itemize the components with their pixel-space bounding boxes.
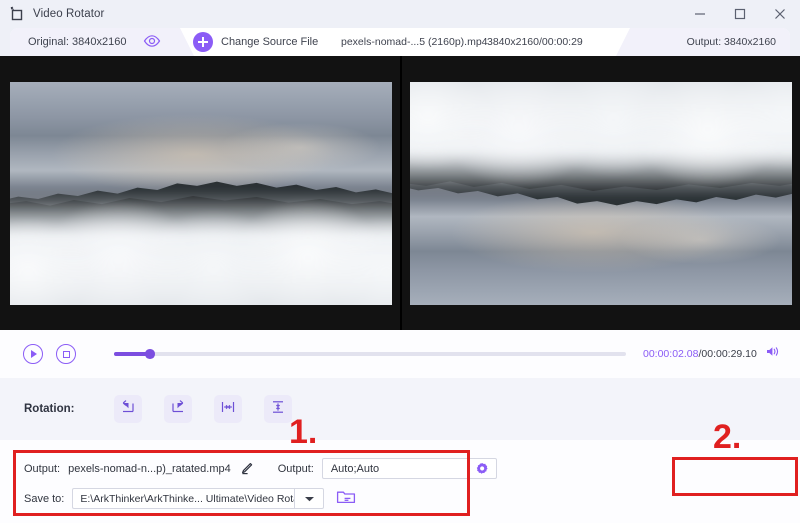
fog-layer xyxy=(410,78,792,199)
original-video-preview[interactable] xyxy=(0,56,400,330)
rotate-right-button[interactable] xyxy=(164,395,193,423)
rotation-button-group xyxy=(114,395,293,423)
output-format-input[interactable]: Auto;Auto xyxy=(321,458,497,480)
output-filename-value: pexels-nomad-n...p)_ratated.mp4 xyxy=(68,462,231,475)
letterbox-top xyxy=(10,78,392,82)
time-display: 00:00:02.08/00:00:29.10 xyxy=(643,348,757,360)
video-rotator-window: Video Rotator Original: 3840x2160 Change… xyxy=(0,0,800,523)
chevron-down-icon xyxy=(304,490,315,508)
play-button[interactable] xyxy=(23,344,43,364)
change-source-file-button[interactable]: Change Source File xyxy=(193,32,318,52)
fog-layer xyxy=(10,188,392,309)
progress-slider[interactable] xyxy=(114,347,626,361)
browse-folder-button[interactable] xyxy=(335,489,357,508)
eye-icon[interactable] xyxy=(143,34,161,50)
minimize-button[interactable] xyxy=(680,0,720,28)
flip-vertical-icon xyxy=(270,399,286,420)
output-format-value: Auto;Auto xyxy=(330,462,380,475)
change-source-file-label: Change Source File xyxy=(221,36,319,48)
flip-horizontal-button[interactable] xyxy=(214,395,243,423)
progress-track xyxy=(114,352,626,356)
video-rotator-app-icon xyxy=(9,6,25,22)
flip-horizontal-icon xyxy=(220,399,236,420)
output-settings-panel: Output: pexels-nomad-n...p)_ratated.mp4 … xyxy=(0,440,800,523)
rotation-label: Rotation: xyxy=(24,403,75,415)
rotate-left-button[interactable] xyxy=(114,395,143,423)
preview-stage xyxy=(0,56,800,330)
progress-knob[interactable] xyxy=(145,349,155,359)
output-format-label: Output: xyxy=(277,462,314,475)
stop-icon xyxy=(62,350,70,358)
rotate-left-icon xyxy=(120,399,136,420)
save-to-path-value: E:\ArkThinker\ArkThinke... Ultimate\Vide… xyxy=(80,492,295,505)
gear-icon[interactable] xyxy=(475,462,490,480)
maximize-button[interactable] xyxy=(720,0,760,28)
letterbox-bottom xyxy=(410,78,792,82)
original-video-frame xyxy=(10,78,392,309)
window-controls xyxy=(680,0,800,28)
output-video-frame xyxy=(410,78,792,309)
flip-vertical-button[interactable] xyxy=(264,395,293,423)
save-to-dropdown-button[interactable] xyxy=(294,488,325,509)
plus-circle-icon xyxy=(193,32,213,52)
open-folder-icon xyxy=(336,488,356,510)
close-button[interactable] xyxy=(760,0,800,28)
playback-controls: 00:00:02.08/00:00:29.10 xyxy=(0,330,800,378)
volume-icon[interactable] xyxy=(766,345,781,363)
title-bar: Video Rotator xyxy=(0,0,800,28)
letterbox-bottom xyxy=(10,305,392,309)
stop-button[interactable] xyxy=(56,344,76,364)
output-video-preview[interactable] xyxy=(400,56,800,330)
window-title: Video Rotator xyxy=(33,8,105,20)
file-info-bar: Original: 3840x2160 Change Source File p… xyxy=(0,28,800,56)
save-to-label: Save to: xyxy=(24,492,65,505)
play-icon xyxy=(31,350,37,358)
rotation-row: Rotation: xyxy=(0,378,800,440)
rotate-right-icon xyxy=(170,399,186,420)
save-to-path-input[interactable]: E:\ArkThinker\ArkThinke... Ultimate\Vide… xyxy=(72,488,295,509)
source-filename: pexels-nomad-...5 (2160p).mp4 xyxy=(341,36,488,48)
pencil-icon[interactable] xyxy=(240,462,253,475)
output-filename-row: Output: pexels-nomad-n...p)_ratated.mp4 … xyxy=(24,458,497,479)
total-time: 00:00:29.10 xyxy=(701,348,757,360)
letterbox-top xyxy=(410,305,792,309)
current-time: 00:00:02.08 xyxy=(643,348,699,360)
output-resolution-label: Output: 3840x2160 xyxy=(686,36,776,48)
original-resolution-label: Original: 3840x2160 xyxy=(28,36,127,48)
save-to-row: Save to: E:\ArkThinker\ArkThinke... Ulti… xyxy=(24,488,357,509)
source-resolution-duration: 3840x2160/00:00:29 xyxy=(487,36,583,48)
output-filename-label: Output: xyxy=(24,462,61,475)
